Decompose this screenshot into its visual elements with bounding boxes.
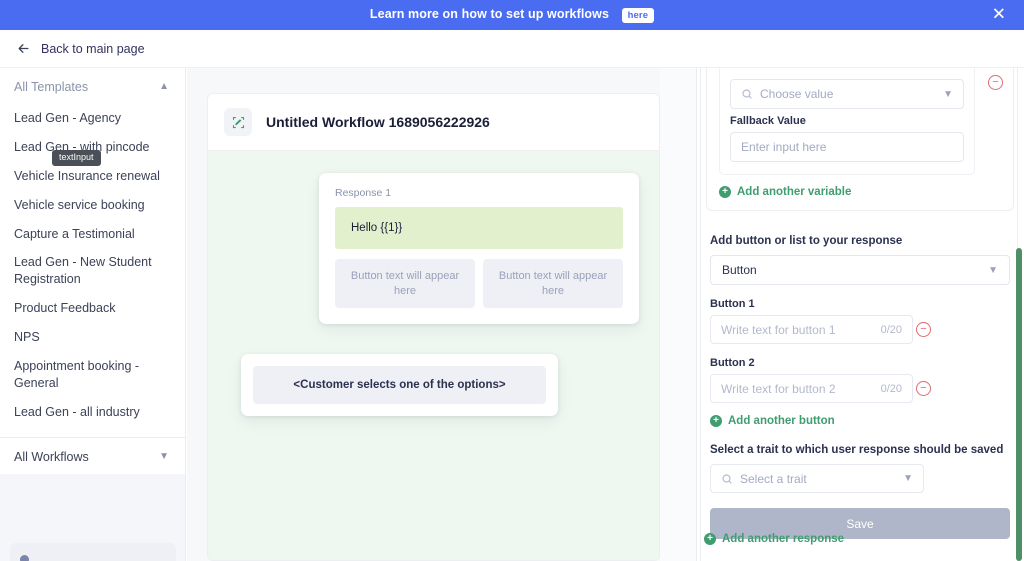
response-node-buttons: Button text will appear here Button text… [335, 259, 623, 308]
sidebar-section-title-templates: All Templates [14, 80, 89, 94]
response-type-dropdown[interactable]: Button ▼ [710, 255, 1010, 285]
sidebar-item-lead-gen-agency[interactable]: Lead Gen - Agency [0, 104, 185, 133]
chevron-up-icon[interactable]: ▲ [159, 82, 169, 92]
chevron-down-icon[interactable]: ▼ [159, 451, 169, 462]
add-another-button-label: Add another button [728, 415, 835, 427]
response-settings-inner: Value Choose value ▼ Fallback Value Ente… [696, 60, 1024, 561]
sidebar-item-nps[interactable]: NPS [0, 323, 185, 352]
sidebar-item-lead-gen-all-industry[interactable]: Lead Gen - all industry [0, 398, 185, 427]
workflow-canvas[interactable]: Untitled Workflow 1689056222926 Response… [187, 68, 696, 561]
button-1-label: Button 1 [710, 298, 755, 310]
back-label: Back to main page [41, 41, 145, 56]
fallback-value-placeholder: Enter input here [741, 140, 827, 154]
add-another-variable-button[interactable]: + Add another variable [719, 186, 1001, 198]
trait-select-input[interactable]: Select a trait ▼ [710, 464, 924, 493]
fallback-value-label: Fallback Value [730, 115, 806, 127]
button-1-counter: 0/20 [880, 323, 902, 336]
tooltip-textinput: textInput [52, 150, 101, 166]
remove-button-2[interactable]: − [916, 381, 931, 396]
workflow-title: Untitled Workflow 1689056222926 [266, 114, 490, 130]
close-icon[interactable]: ✕ [992, 6, 1006, 24]
promo-banner-label: Learn more on how to set up workflows [369, 6, 610, 21]
variable-card: Value Choose value ▼ Fallback Value Ente… [706, 60, 1014, 211]
response-node[interactable]: Response 1 Hello {{1}} Button text will … [319, 173, 639, 324]
sidebar-section-all-workflows[interactable]: All Workflows ▼ [0, 438, 185, 474]
plus-circle-icon: + [719, 186, 731, 198]
sidebar-item-vehicle-service-booking[interactable]: Vehicle service booking [0, 191, 185, 220]
trait-placeholder: Select a trait [740, 471, 807, 486]
app-root: Learn more on how to set up workflows he… [0, 0, 1024, 561]
workflow-body: Response 1 Hello {{1}} Button text will … [208, 150, 659, 560]
workflow-card: Untitled Workflow 1689056222926 Response… [207, 93, 660, 561]
panel-left-border [696, 68, 697, 561]
button-2-counter: 0/20 [880, 382, 902, 395]
button-1-placeholder: Write text for button 1 [721, 322, 836, 337]
customer-selection-label: <Customer selects one of the options> [253, 366, 546, 404]
add-another-response-label: Add another response [722, 533, 845, 545]
back-to-main-page-button[interactable]: Back to main page [16, 41, 145, 56]
response-message-bubble: Hello {{1}} [335, 207, 623, 249]
variable-inner: Value Choose value ▼ Fallback Value Ente… [719, 63, 975, 175]
chevron-down-icon[interactable]: ▼ [988, 265, 998, 276]
response-node-label: Response 1 [335, 187, 392, 199]
sidebar: All Templates ▲ Lead Gen - Agency Lead G… [0, 68, 186, 561]
sidebar-section-title-workflows: All Workflows [14, 449, 89, 464]
promo-banner-text: Learn more on how to set up workflows he… [369, 6, 655, 24]
add-another-response-button[interactable]: + Add another response [704, 533, 844, 545]
response-type-selected: Button [722, 263, 757, 277]
trait-section-title: Select a trait to which user response sh… [710, 444, 1004, 456]
sidebar-bottom-card[interactable] [10, 543, 176, 561]
remove-variable-button[interactable]: − [988, 75, 1003, 90]
add-button-or-list-title: Add button or list to your response [710, 235, 903, 247]
chevron-down-icon[interactable]: ▼ [903, 473, 913, 484]
button-2-input[interactable]: Write text for button 2 0/20 [710, 374, 913, 403]
panel-scrollbar[interactable] [1016, 248, 1022, 561]
sidebar-section-all-templates[interactable]: All Templates ▲ [0, 68, 185, 104]
search-icon [722, 473, 732, 484]
promo-banner: Learn more on how to set up workflows he… [0, 0, 1024, 30]
search-icon [742, 89, 752, 99]
workflow-edit-icon [224, 108, 252, 136]
response-settings-panel: Value Choose value ▼ Fallback Value Ente… [696, 60, 1024, 561]
sidebar-item-capture-a-testimonial[interactable]: Capture a Testimonial [0, 220, 185, 249]
fallback-value-input[interactable]: Enter input here [730, 132, 964, 162]
back-bar: Back to main page [0, 30, 1024, 68]
user-avatar-icon [20, 555, 29, 561]
remove-button-1[interactable]: − [916, 322, 931, 337]
value-field-placeholder: Choose value [760, 87, 834, 101]
button-1-row: Button 1 Write text for button 1 0/20 − [710, 298, 1010, 344]
sidebar-item-product-feedback[interactable]: Product Feedback [0, 294, 185, 323]
workflow-header: Untitled Workflow 1689056222926 [208, 94, 659, 150]
response-button-1[interactable]: Button text will appear here [335, 259, 475, 308]
customer-selection-node[interactable]: <Customer selects one of the options> [241, 354, 558, 416]
plus-circle-icon: + [710, 415, 722, 427]
sidebar-item-lead-gen-new-student-registration[interactable]: Lead Gen - New Student Registration [0, 248, 185, 294]
arrow-left-icon [18, 44, 29, 53]
sidebar-item-appointment-booking-general[interactable]: Appointment booking - General [0, 352, 185, 398]
canvas-gutter [660, 68, 696, 561]
sidebar-item-vehicle-insurance-renewal[interactable]: Vehicle Insurance renewal [0, 162, 185, 191]
add-another-variable-label: Add another variable [737, 186, 852, 198]
button-1-input[interactable]: Write text for button 1 0/20 [710, 315, 913, 344]
button-2-label: Button 2 [710, 357, 755, 369]
value-field-input[interactable]: Choose value ▼ [730, 79, 964, 109]
promo-here-link[interactable]: here [621, 8, 655, 24]
chevron-down-icon[interactable]: ▼ [943, 89, 953, 100]
plus-circle-icon: + [704, 533, 716, 545]
button-2-placeholder: Write text for button 2 [721, 381, 836, 396]
add-another-button[interactable]: + Add another button [710, 415, 1014, 427]
response-button-2[interactable]: Button text will appear here [483, 259, 623, 308]
button-2-row: Button 2 Write text for button 2 0/20 − [710, 357, 1010, 403]
